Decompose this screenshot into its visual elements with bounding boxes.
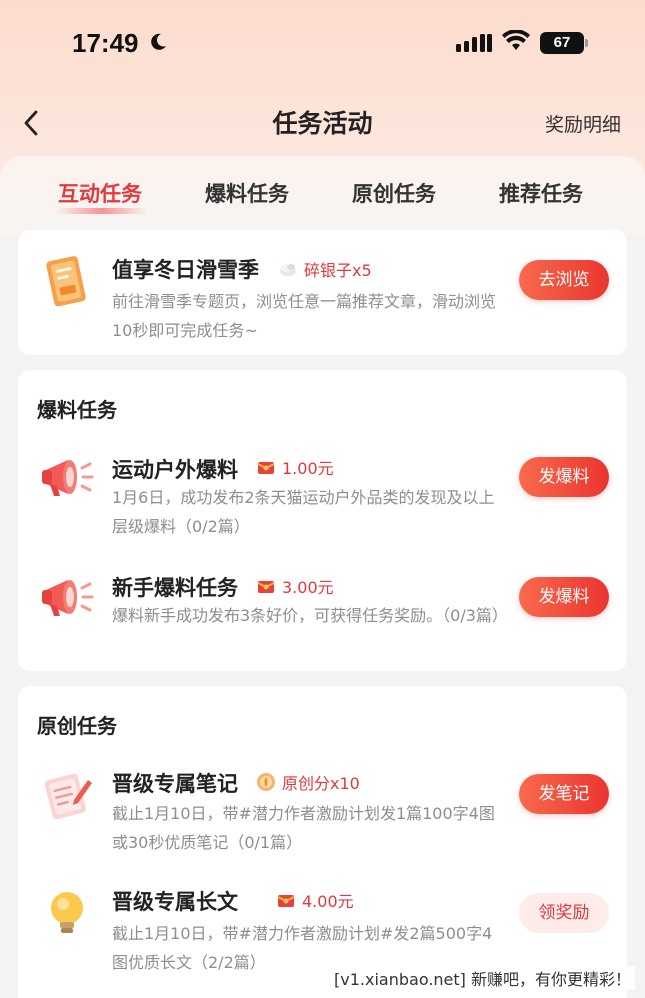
watermark-text: [v1.xianbao.net] 新赚吧，有你更精彩！	[330, 966, 635, 990]
status-bar: 17:49 67	[0, 0, 645, 90]
task-reward: 3.00元	[256, 574, 334, 598]
section-title: 爆料任务	[37, 398, 117, 422]
featured-task-card: 值享冬日滑雪季 碎银子x5 前往滑雪季专题页，浏览任意一篇推荐文章，滑动浏览10…	[18, 230, 627, 355]
task-description: 1月6日，成功发布2条天猫运动户外品类的发现及以上层级爆料（0/2篇）	[112, 488, 495, 536]
silver-icon	[280, 264, 296, 276]
tab-bar: 互动任务 爆料任务 原创任务 推荐任务	[0, 156, 645, 236]
red-envelope-icon	[257, 462, 275, 474]
reward-label: 3.00元	[282, 578, 334, 597]
post-note-button[interactable]: 发笔记	[519, 774, 609, 814]
browse-button[interactable]: 去浏览	[519, 260, 609, 300]
nav-bar: 任务活动 奖励明细	[0, 96, 645, 150]
original-points-icon	[257, 773, 275, 791]
baoliao-tasks-card: 爆料任务 运动户外爆料 1.00元 1月6日，成功发布2条天猫运动户外品类的发现…	[18, 370, 627, 671]
status-time: 17:49	[72, 28, 139, 58]
claim-reward-button[interactable]: 领奖励	[519, 893, 609, 933]
wifi-icon	[502, 30, 530, 50]
coupon-icon	[46, 256, 86, 307]
megaphone-icon	[42, 580, 94, 616]
section-title: 原创任务	[37, 714, 117, 738]
reward-label: 碎银子x5	[304, 261, 372, 280]
battery-tip	[585, 39, 588, 47]
task-title: 运动户外爆料	[112, 458, 238, 482]
tab-baoliao-tasks[interactable]: 爆料任务	[205, 178, 289, 208]
tab-original-tasks[interactable]: 原创任务	[352, 178, 436, 208]
tab-interactive-tasks[interactable]: 互动任务	[58, 178, 142, 208]
reward-label: 4.00元	[302, 892, 354, 911]
signal-icon	[456, 34, 492, 52]
task-reward: 碎银子x5	[278, 257, 372, 281]
original-tasks-card: 原创任务 晋级专属笔记 原创分x10 截止1月10日，带#潜力作者激励计划发1篇…	[18, 686, 627, 998]
active-tab-indicator	[56, 208, 148, 214]
megaphone-icon	[42, 460, 94, 496]
task-description: 爆料新手成功发布3条好价，可获得任务奖励。（0/3篇）	[112, 606, 508, 625]
task-title: 晋级专属长文	[112, 890, 238, 914]
reward-label: 1.00元	[282, 459, 334, 478]
note-icon	[44, 773, 92, 820]
task-reward: 1.00元	[256, 455, 334, 479]
task-description: 截止1月10日，带#潜力作者激励计划发1篇100字4图或30秒优质笔记（0/1篇…	[112, 804, 495, 852]
reward-label: 原创分x10	[282, 774, 360, 793]
post-deal-button[interactable]: 发爆料	[519, 457, 609, 497]
red-envelope-icon	[277, 895, 295, 907]
battery-indicator: 67	[540, 32, 584, 54]
red-envelope-icon	[257, 581, 275, 593]
task-title: 值享冬日滑雪季	[112, 258, 259, 282]
task-title: 晋级专属笔记	[112, 772, 238, 796]
task-description: 前往滑雪季专题页，浏览任意一篇推荐文章，滑动浏览10秒即可完成任务~	[112, 292, 497, 340]
task-reward: 原创分x10	[256, 770, 360, 794]
task-reward: 4.00元	[276, 888, 354, 912]
reward-details-link[interactable]: 奖励明细	[545, 110, 621, 137]
task-title: 新手爆料任务	[112, 576, 238, 600]
lightbulb-icon	[51, 892, 83, 933]
post-deal-button[interactable]: 发爆料	[519, 577, 609, 617]
moon-icon	[151, 33, 166, 50]
tab-recommend-tasks[interactable]: 推荐任务	[499, 178, 583, 208]
